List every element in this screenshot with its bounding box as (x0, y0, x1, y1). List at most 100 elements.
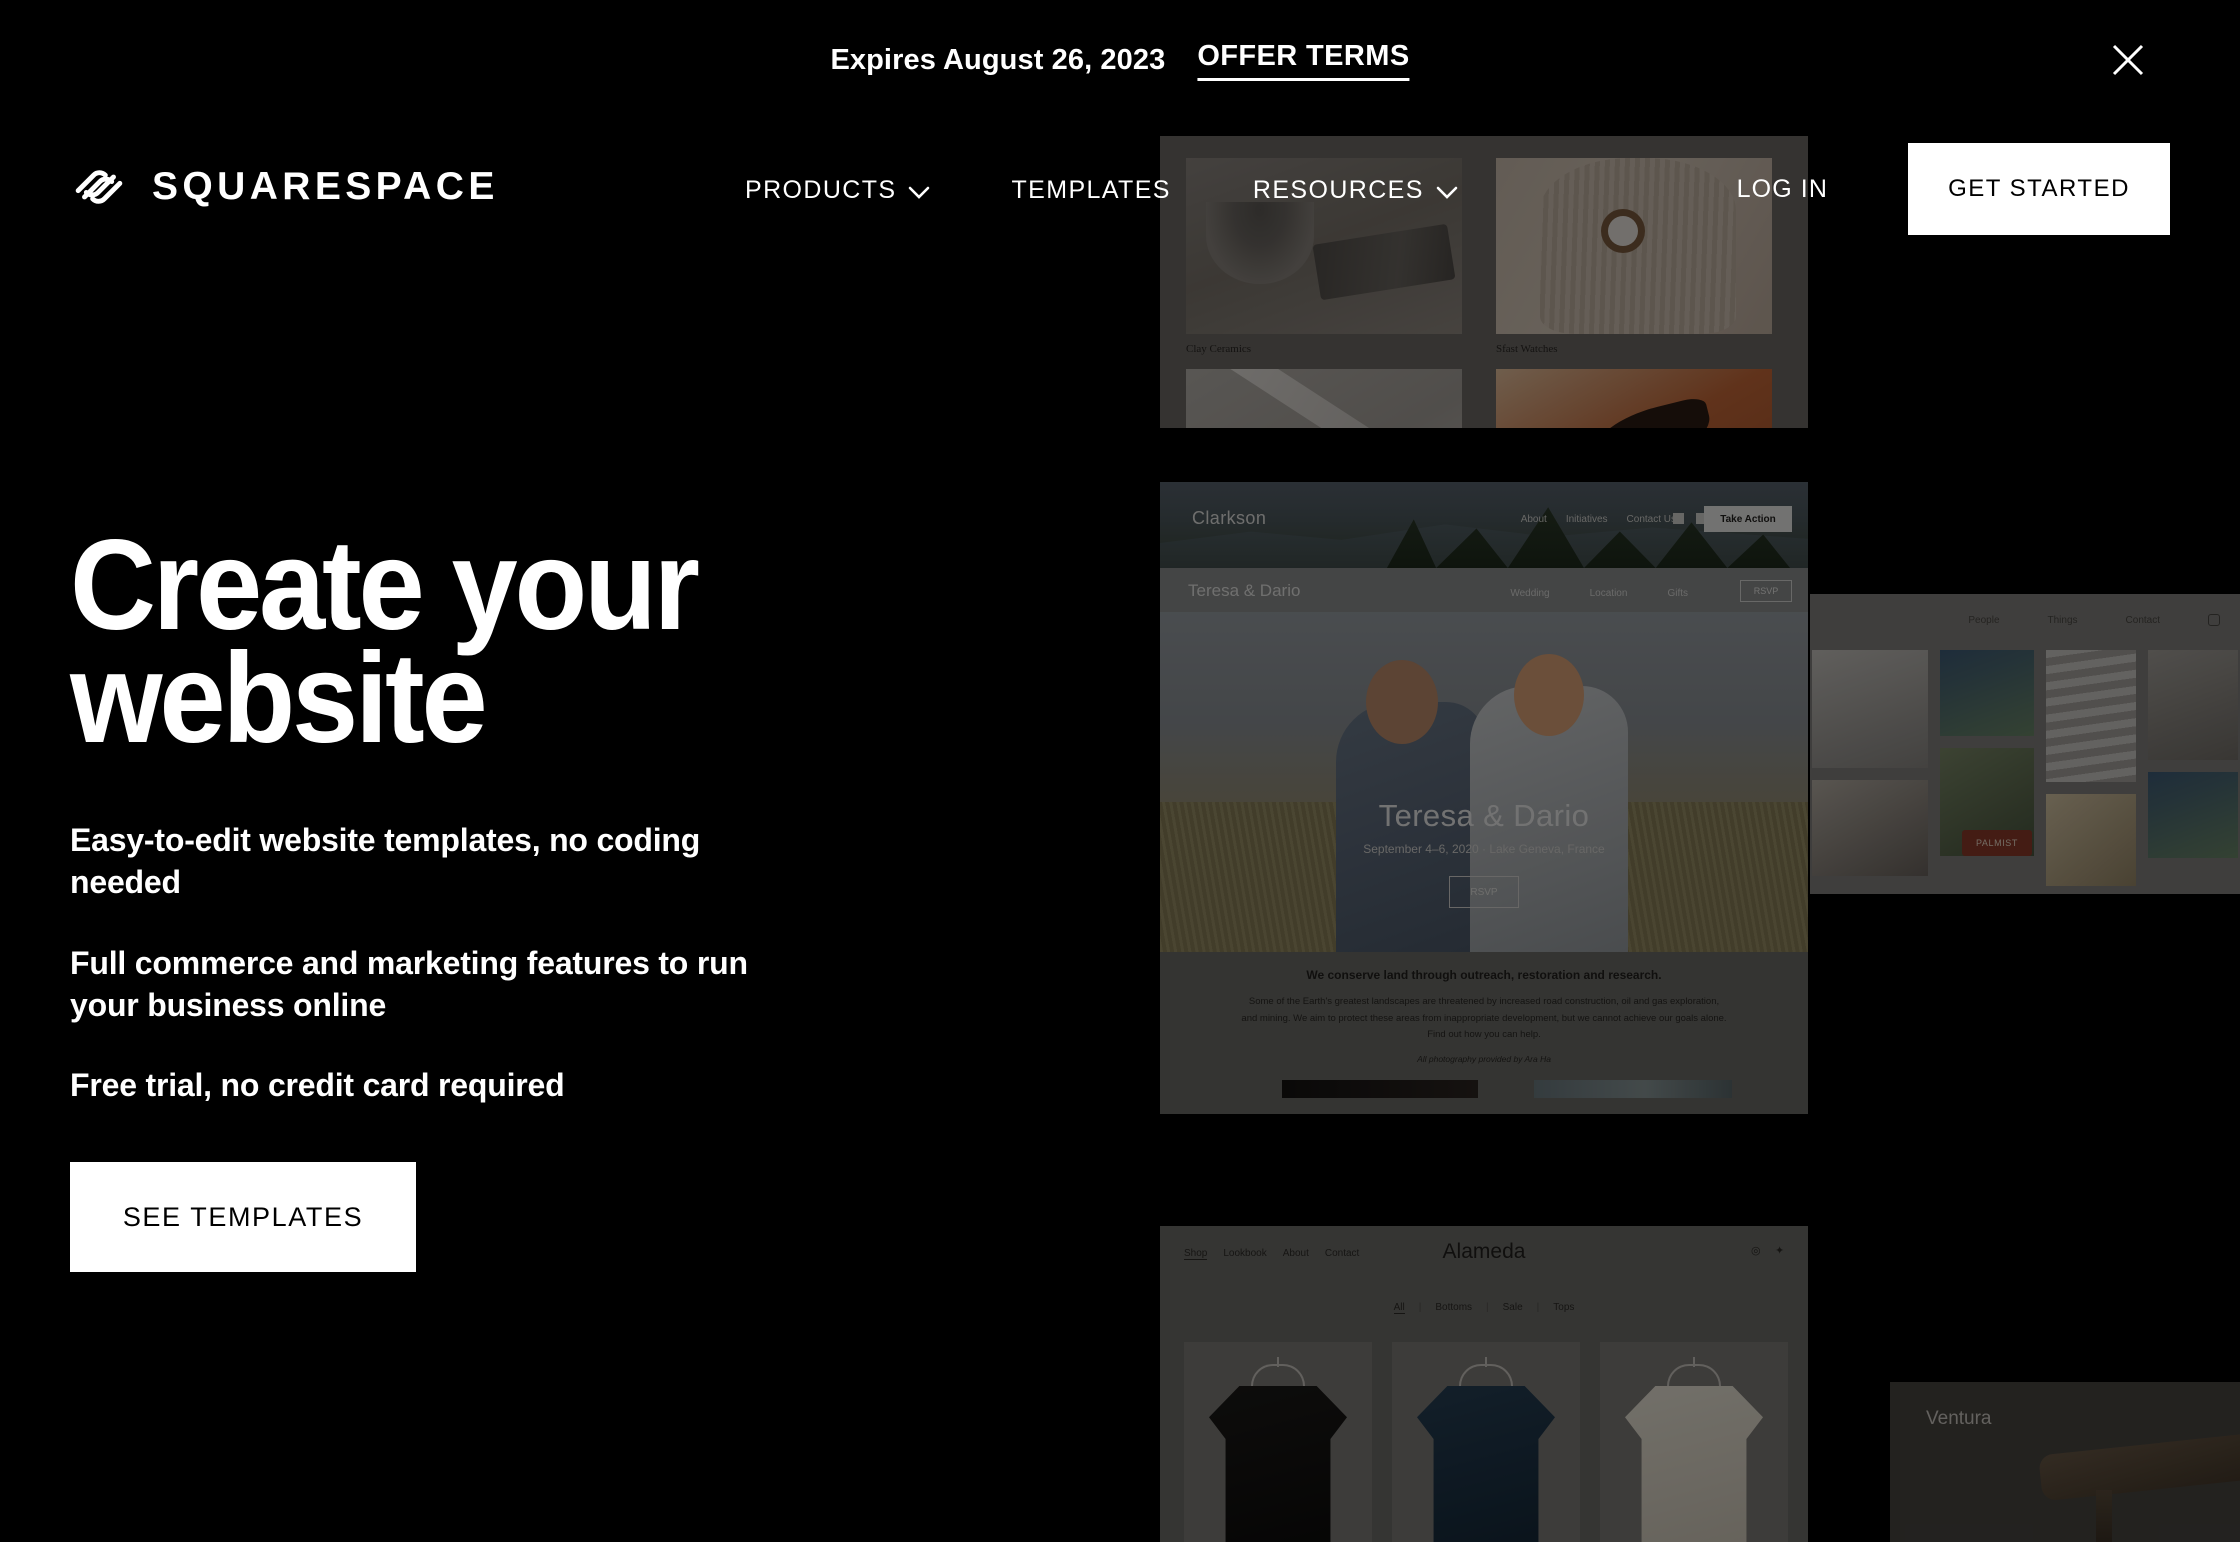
clarkson-paragraph: Some of the Earth's greatest landscapes … (1241, 996, 1727, 1041)
filter-sale[interactable]: Sale (1503, 1302, 1523, 1314)
get-started-button[interactable]: GET STARTED (1908, 143, 2170, 235)
nav-item-products[interactable]: PRODUCTS (745, 176, 930, 205)
clarkson-nav: About Initiatives Contact Us (1521, 514, 1676, 525)
garment-black (1209, 1386, 1347, 1542)
clarkson-nav-about[interactable]: About (1521, 514, 1547, 525)
photo-thumbnail[interactable] (2045, 794, 2136, 886)
product-image-cables (1186, 369, 1462, 428)
alameda-product[interactable] (1600, 1342, 1788, 1542)
person-head-left (1366, 660, 1438, 744)
product-image-sunglasses (1496, 369, 1772, 428)
palmist-badge: PALMIST (1962, 830, 2032, 856)
twitter-icon[interactable]: ✦ (1775, 1246, 1786, 1257)
clarkson-headline: We conserve land through outreach, resto… (1306, 968, 1662, 982)
photo-thumbnail[interactable] (2147, 650, 2239, 760)
hero-title-line-2: website (70, 626, 488, 770)
alameda-product[interactable] (1184, 1342, 1372, 1542)
photo-thumbnail[interactable] (1812, 780, 1928, 876)
photo-thumbnail[interactable] (1812, 650, 1928, 768)
product-label: Sfast Watches (1496, 343, 1558, 355)
hanger-icon (1667, 1364, 1721, 1386)
alameda-social-icons: ◎ ✦ (1751, 1246, 1786, 1257)
nav-item-resources[interactable]: RESOURCES (1253, 176, 1458, 205)
close-icon[interactable] (2108, 40, 2148, 80)
photo-thumbnail[interactable] (1939, 650, 2034, 736)
twitter-icon[interactable] (1673, 513, 1684, 524)
clarkson-nav-contact[interactable]: Contact Us (1627, 514, 1676, 525)
photo-column (2147, 650, 2239, 886)
template-card-photo-grid[interactable]: People Things Contact PALMIST (1810, 594, 2240, 894)
template-card-clarkson[interactable]: Clarkson About Initiatives Contact Us Ta… (1160, 482, 1808, 1114)
product-cell[interactable] (1186, 369, 1462, 428)
wedding-hero-rsvp-button[interactable]: RSVP (1449, 876, 1519, 908)
strip-thumbnail-right (1534, 1080, 1732, 1098)
wedding-nav-location[interactable]: Location (1590, 588, 1628, 599)
main-navigation: PRODUCTS TEMPLATES RESOURCES (745, 176, 1458, 205)
filter-separator: | (1486, 1302, 1489, 1313)
product-cell[interactable] (1496, 369, 1772, 428)
hero-bullet-2: Full commerce and marketing features to … (70, 944, 748, 1023)
nav-item-templates-label: TEMPLATES (1011, 176, 1171, 204)
instagram-icon[interactable] (2208, 614, 2220, 626)
header-actions: LOG IN GET STARTED (1737, 143, 2170, 235)
wedding-brand: Teresa & Dario (1188, 581, 1301, 600)
nav-item-products-label: PRODUCTS (745, 176, 897, 204)
photo-thumbnail[interactable] (2045, 650, 2136, 782)
filter-separator: | (1536, 1302, 1540, 1313)
hanger-icon (1251, 1364, 1305, 1386)
promo-banner-content: Expires August 26, 2023 OFFER TERMS (830, 40, 1410, 81)
squarespace-landing-page: Expires August 26, 2023 OFFER TERMS SQUA… (0, 0, 2240, 1542)
filter-tops[interactable]: Tops (1553, 1302, 1574, 1314)
squarespace-logo-icon (75, 170, 123, 204)
hanger-icon (1459, 1364, 1513, 1386)
wedding-hero-subtitle: September 4–6, 2020 · Lake Geneva, Franc… (1363, 842, 1605, 856)
wedding-rsvp-nav-button[interactable]: RSVP (1740, 580, 1792, 602)
take-action-button[interactable]: Take Action (1704, 506, 1792, 532)
chevron-down-icon (1436, 186, 1458, 199)
wedding-hero-image: Teresa & Dario September 4–6, 2020 · Lak… (1160, 612, 1808, 952)
offer-terms-link[interactable]: OFFER TERMS (1197, 40, 1410, 81)
photo-grid-nav: People Things Contact (1968, 614, 2220, 626)
filter-separator: | (1418, 1302, 1422, 1313)
photo-nav-people[interactable]: People (1968, 615, 1999, 626)
alameda-filters: All | Bottoms | Sale | Tops (1160, 1302, 1808, 1314)
photo-nav-contact[interactable]: Contact (2126, 615, 2160, 626)
filter-bottoms[interactable]: Bottoms (1435, 1302, 1472, 1314)
promo-banner: Expires August 26, 2023 OFFER TERMS (0, 0, 2240, 126)
promo-expiry-text: Expires August 26, 2023 (830, 44, 1166, 76)
person-head-right (1514, 654, 1584, 736)
wedding-nav-wedding[interactable]: Wedding (1510, 588, 1549, 599)
login-link[interactable]: LOG IN (1737, 175, 1828, 204)
photo-thumbnail[interactable] (2147, 772, 2239, 858)
strip-thumbnail-left (1282, 1080, 1478, 1098)
alameda-product-row (1184, 1342, 1788, 1542)
garment-navy (1417, 1386, 1555, 1542)
clarkson-brand: Clarkson (1192, 508, 1267, 528)
product-grid-row (1186, 369, 1782, 428)
clarkson-photo-credit: All photography provided by Ara Ha (1417, 1053, 1551, 1064)
alameda-product[interactable] (1392, 1342, 1580, 1542)
squarespace-logo[interactable]: SQUARESPACE (70, 158, 499, 216)
ventura-brand: Ventura (1926, 1408, 1992, 1429)
template-card-alameda[interactable]: Shop Lookbook About Contact Alameda ◎ ✦ … (1160, 1226, 1808, 1542)
site-header: SQUARESPACE PRODUCTS TEMPLATES RESOURCES (0, 126, 2240, 252)
hero-title-line-1: Create your (70, 514, 700, 657)
photo-nav-things[interactable]: Things (2048, 615, 2078, 626)
nav-item-templates[interactable]: TEMPLATES (1011, 176, 1170, 205)
squarespace-logo-text: SQUARESPACE (152, 165, 499, 208)
clarkson-nav-initiatives[interactable]: Initiatives (1566, 514, 1608, 525)
template-card-ventura[interactable]: Ventura (1890, 1382, 2240, 1542)
photo-column (1812, 650, 1928, 886)
hero-bullet-3: Free trial, no credit card required (70, 1067, 565, 1104)
instagram-icon[interactable]: ◎ (1751, 1246, 1762, 1257)
wedding-nav: Wedding Location Gifts (1510, 588, 1688, 599)
hero-bullet-1: Easy-to-edit website templates, no codin… (70, 822, 701, 901)
garment-cream (1625, 1386, 1763, 1542)
product-label: Clay Ceramics (1186, 343, 1252, 355)
hero-section: Create your website Easy-to-edit website… (70, 514, 830, 1273)
filter-all[interactable]: All (1393, 1302, 1405, 1314)
photo-column (2045, 650, 2136, 886)
wedding-nav-gifts[interactable]: Gifts (1667, 588, 1688, 599)
clarkson-copy-block: We conserve land through outreach, resto… (1160, 952, 1808, 1070)
see-templates-button[interactable]: SEE TEMPLATES (70, 1162, 416, 1273)
